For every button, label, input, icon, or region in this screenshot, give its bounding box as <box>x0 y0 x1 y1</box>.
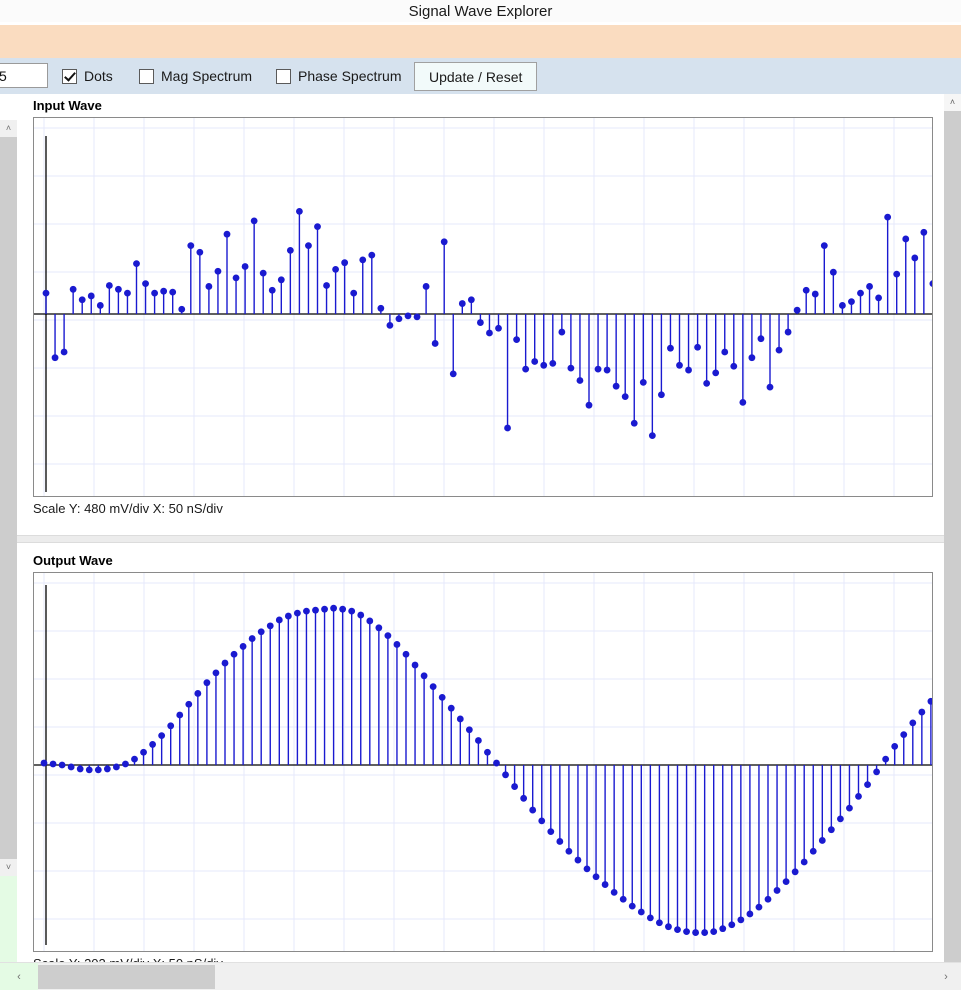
output-wave-title: Output Wave <box>33 553 113 568</box>
output-wave-plot[interactable] <box>33 572 933 952</box>
input-wave-svg <box>34 118 932 496</box>
phase-spectrum-checkbox-box[interactable] <box>276 68 291 84</box>
update-reset-button[interactable]: Update / Reset <box>414 62 538 91</box>
inner-vertical-scrollbar[interactable]: ˄ <box>944 94 961 962</box>
outer-vscroll-track[interactable] <box>0 137 17 859</box>
phase-spectrum-checkbox-label: Phase Spectrum <box>298 68 402 84</box>
input-wave-panel: Input Wave Scale Y: 480 mV/div X: 50 nS/… <box>33 98 933 516</box>
inner-vscroll-track[interactable] <box>944 111 961 962</box>
input-wave-plot[interactable] <box>33 117 933 497</box>
window-title: Signal Wave Explorer <box>408 2 553 20</box>
hscroll-left-arrow-icon[interactable]: ‹ <box>0 963 38 991</box>
mag-spectrum-checkbox-box[interactable] <box>139 68 154 84</box>
phase-spectrum-checkbox[interactable]: Phase Spectrum <box>276 68 402 84</box>
toolbar: Dots Mag Spectrum Phase Spectrum Update … <box>0 58 961 94</box>
output-wave-svg <box>34 573 932 951</box>
hscroll-right-arrow-icon[interactable]: › <box>935 963 957 991</box>
dots-checkbox[interactable]: Dots <box>62 68 113 84</box>
footer-strip <box>0 990 961 994</box>
sample-count-input[interactable] <box>0 63 48 88</box>
dots-checkbox-label: Dots <box>84 68 113 84</box>
input-wave-title: Input Wave <box>33 98 102 113</box>
mag-spectrum-checkbox[interactable]: Mag Spectrum <box>139 68 252 84</box>
mag-spectrum-checkbox-label: Mag Spectrum <box>161 68 253 84</box>
panel-splitter[interactable] <box>17 535 944 543</box>
window-titlebar: Signal Wave Explorer <box>0 0 961 22</box>
app-window: Signal Wave Explorer Dots Mag Spectrum P… <box>0 0 961 994</box>
dots-checkbox-box[interactable] <box>62 68 77 84</box>
hscroll-thumb[interactable] <box>38 965 215 989</box>
output-wave-panel: Output Wave Scale Y: 202 mV/div X: 50 nS… <box>33 553 933 971</box>
content-area: ˄ ˅ ˄ Input Wave Scale Y: 480 mV/div X: … <box>0 94 961 971</box>
scroll-up-icon[interactable]: ˄ <box>0 120 17 137</box>
outer-vertical-scrollbar[interactable]: ˄ ˅ <box>0 94 17 962</box>
outer-vscroll-tail <box>0 876 17 962</box>
horizontal-scrollbar[interactable]: ‹ › <box>0 962 961 991</box>
input-wave-scale-text: Scale Y: 480 mV/div X: 50 nS/div <box>33 501 223 516</box>
inner-scroll-up-icon[interactable]: ˄ <box>944 94 961 111</box>
scroll-down-icon[interactable]: ˅ <box>0 859 17 876</box>
banner-strip <box>0 25 961 58</box>
